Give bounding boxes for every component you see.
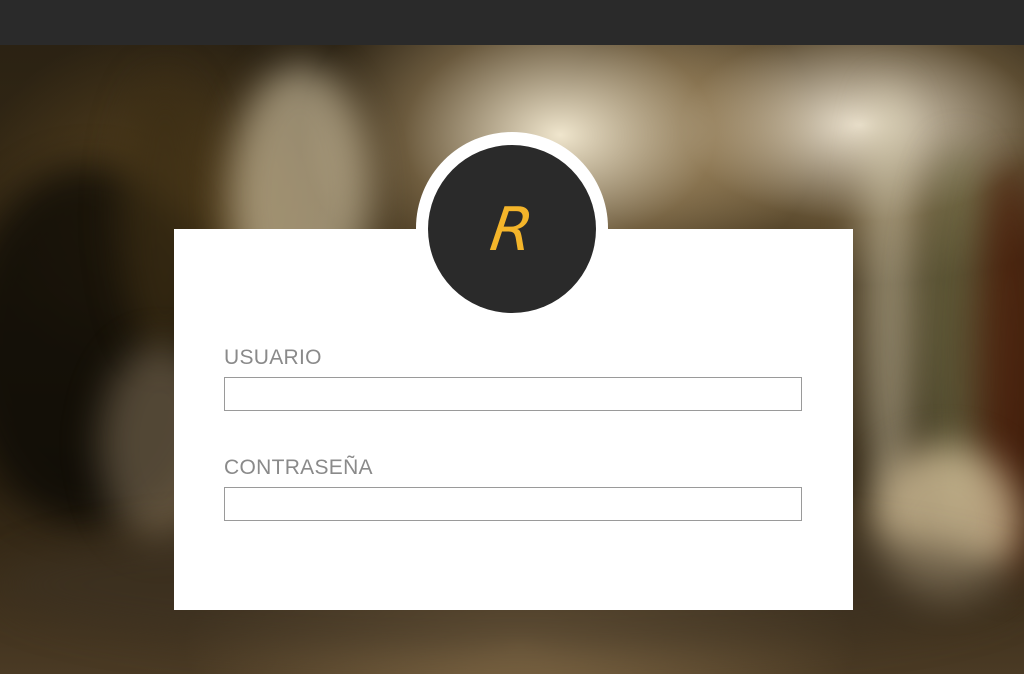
top-bar — [0, 0, 1024, 45]
password-label: CONTRASEÑA — [224, 456, 373, 479]
logo: R — [428, 145, 596, 313]
logo-letter: R — [486, 195, 538, 265]
username-label: USUARIO — [224, 346, 322, 369]
username-input[interactable] — [224, 377, 802, 411]
password-input[interactable] — [224, 487, 802, 521]
login-page: R USUARIO CONTRASEÑA — [0, 0, 1024, 674]
